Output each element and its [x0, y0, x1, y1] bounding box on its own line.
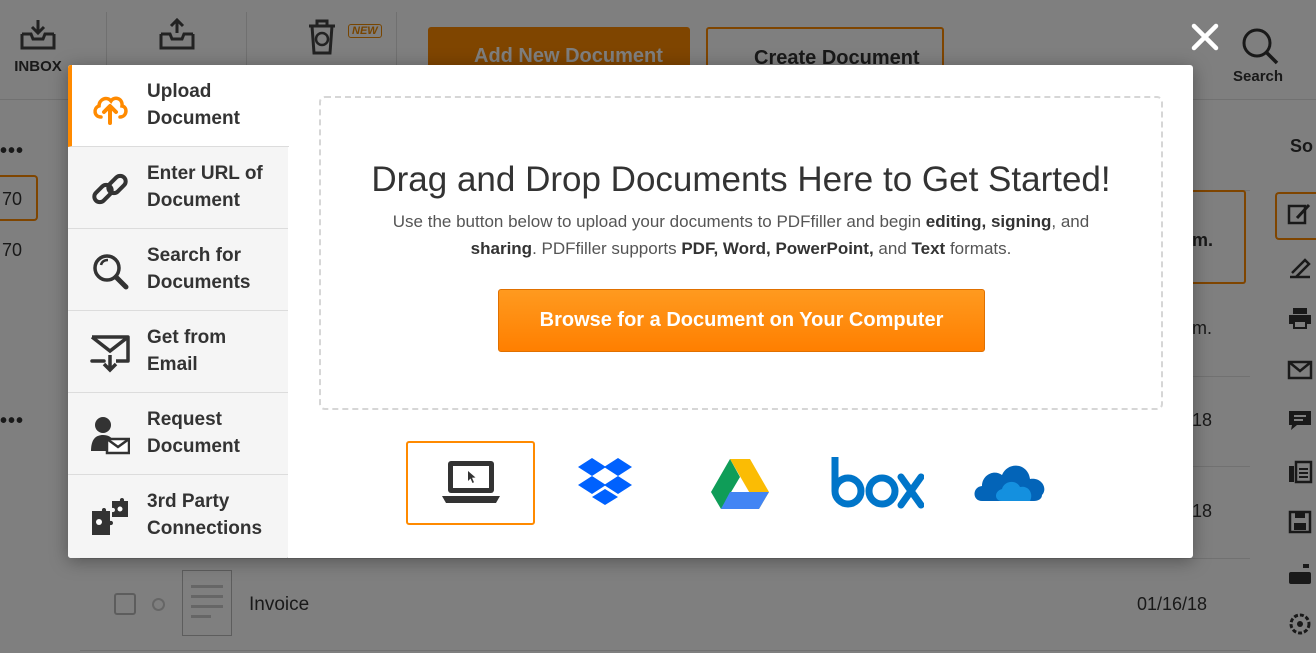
drop-zone-description: Use the button below to upload your docu…	[392, 212, 1090, 258]
sidebar-item-search-documents[interactable]: Search for Documents	[68, 229, 288, 311]
source-my-computer[interactable]	[406, 441, 535, 525]
close-icon[interactable]	[1190, 22, 1220, 52]
google-drive-icon	[711, 459, 769, 509]
link-icon	[92, 173, 128, 205]
sidebar-item-enter-url[interactable]: Enter URL of Document	[68, 147, 288, 229]
source-google-drive[interactable]	[676, 441, 805, 525]
box-logo-icon	[831, 457, 924, 509]
upload-source-list	[68, 441, 1193, 526]
sidebar-item-label: Search for Documents	[147, 245, 251, 293]
drop-zone-title: Drag and Drop Documents Here to Get Star…	[371, 160, 1111, 199]
onedrive-icon	[974, 465, 1045, 501]
search-icon	[93, 254, 129, 290]
source-dropbox[interactable]	[542, 441, 671, 525]
sidebar-item-label: Get from Email	[147, 327, 227, 375]
laptop-icon	[442, 461, 500, 503]
upload-document-modal: Upload Document Enter URL of Document Se…	[68, 65, 1193, 558]
sidebar-item-label: Upload Document	[147, 81, 240, 129]
sidebar-item-get-from-email[interactable]: Get from Email	[68, 311, 288, 393]
drop-zone[interactable]: Drag and Drop Documents Here to Get Star…	[319, 96, 1163, 410]
upload-cloud-icon	[93, 96, 128, 125]
sidebar-item-label: Enter URL of Document	[147, 163, 263, 211]
browse-computer-button[interactable]: Browse for a Document on Your Computer	[498, 289, 985, 352]
source-box[interactable]	[808, 441, 948, 525]
email-download-icon	[90, 335, 130, 373]
source-onedrive[interactable]	[948, 441, 1098, 525]
sidebar-item-upload-document[interactable]: Upload Document	[68, 65, 289, 147]
dropbox-icon	[578, 458, 632, 505]
